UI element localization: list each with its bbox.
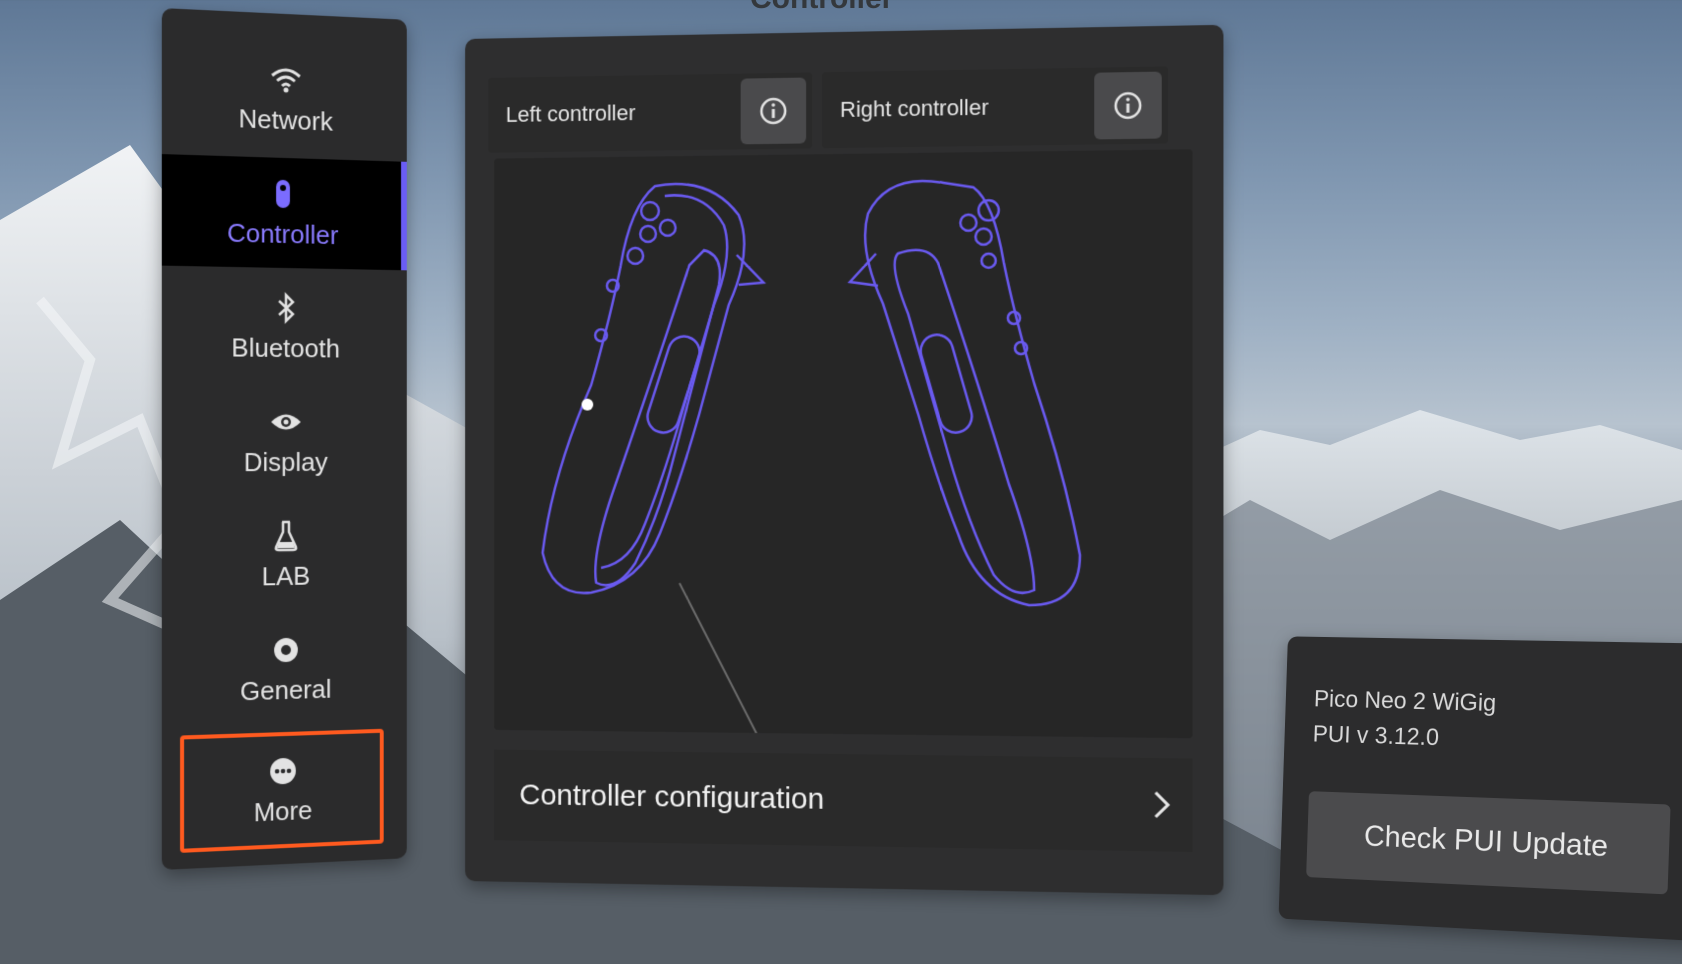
device-info-card: Pico Neo 2 WiGig PUI v 3.12.0 Check PUI …: [1278, 636, 1682, 942]
right-controller-graphic: [850, 179, 1080, 605]
sidebar-item-display[interactable]: Display: [172, 385, 397, 496]
controller-configuration-row[interactable]: Controller configuration: [494, 749, 1193, 852]
bluetooth-icon: [269, 290, 303, 324]
controller-icon: [266, 176, 300, 211]
info-icon: [1113, 90, 1144, 121]
sidebar-item-label: LAB: [261, 560, 311, 591]
sidebar-item-controller[interactable]: Controller: [161, 154, 407, 271]
left-controller-graphic: [543, 183, 764, 594]
left-controller-info-button[interactable]: [740, 77, 807, 145]
pointer-ray: [679, 583, 818, 738]
settings-sidebar: Network Controller Bluetooth Display LAB: [161, 8, 407, 870]
sidebar-item-label: More: [253, 794, 313, 827]
sidebar-item-bluetooth[interactable]: Bluetooth: [172, 270, 397, 383]
more-icon: [266, 753, 300, 788]
sidebar-item-lab[interactable]: LAB: [172, 499, 397, 612]
flask-icon: [269, 518, 303, 552]
sidebar-item-more[interactable]: More: [178, 727, 386, 855]
right-controller-info-button[interactable]: [1094, 71, 1162, 140]
chevron-right-icon: [1131, 789, 1193, 820]
device-name: Pico Neo 2 WiGig: [1313, 685, 1497, 718]
sidebar-item-label: Network: [238, 102, 333, 137]
vr-environment: Controller Network Controller Bluetooth: [0, 0, 1682, 964]
page-title: Controller: [750, 0, 893, 16]
sidebar-item-label: Display: [243, 446, 328, 477]
left-controller-tab[interactable]: Left controller: [488, 72, 813, 153]
wifi-icon: [269, 62, 303, 97]
right-controller-label: Right controller: [839, 94, 989, 122]
info-icon: [758, 96, 788, 126]
eye-icon: [269, 404, 303, 438]
sidebar-item-label: General: [240, 673, 332, 706]
device-version: PUI v 3.12.0: [1312, 720, 1440, 752]
sidebar-item-label: Bluetooth: [231, 331, 340, 363]
gear-icon: [269, 632, 303, 667]
controller-configuration-label: Controller configuration: [519, 778, 825, 816]
sidebar-item-network[interactable]: Network: [172, 39, 397, 158]
left-controller-label: Left controller: [505, 100, 636, 127]
check-pui-update-button[interactable]: Check PUI Update: [1306, 791, 1671, 895]
sidebar-item-general[interactable]: General: [172, 612, 397, 728]
controller-illustration: [494, 149, 1193, 738]
pointer-dot: [581, 398, 594, 411]
sidebar-item-label: Controller: [226, 217, 339, 250]
controller-panel: Left controller Right controller Control…: [465, 24, 1224, 896]
right-controller-tab[interactable]: Right controller: [822, 66, 1168, 149]
